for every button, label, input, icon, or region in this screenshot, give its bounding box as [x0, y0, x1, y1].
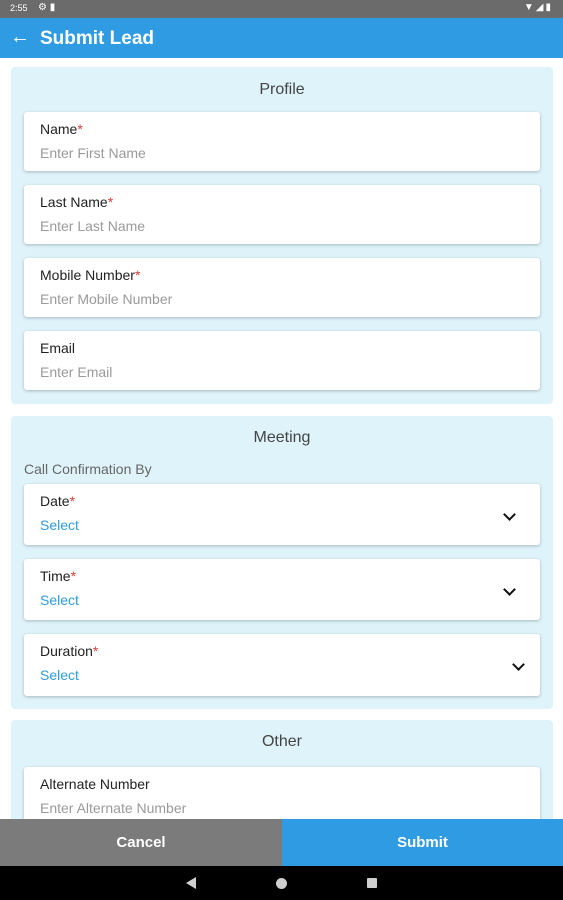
time-select-value[interactable]: Select	[40, 592, 79, 608]
date-dropdown[interactable]: Date* Select	[24, 484, 540, 545]
chevron-down-icon[interactable]	[512, 658, 525, 671]
time-label: Time*	[40, 568, 76, 584]
call-confirmation-label: Call Confirmation By	[24, 461, 152, 477]
date-label: Date*	[40, 493, 75, 509]
required-marker: *	[134, 267, 141, 283]
name-label-text: Name	[40, 121, 78, 137]
last-name-input[interactable]: Enter Last Name	[40, 218, 145, 234]
required-marker: *	[70, 568, 77, 584]
mobile-number-input[interactable]: Enter Mobile Number	[40, 291, 172, 307]
alternate-number-label-text: Alternate Number	[40, 776, 150, 792]
status-bar: 2:55 ⚙ ▮ ▼◢▮	[0, 0, 563, 18]
other-section-title: Other	[261, 733, 302, 750]
chevron-down-icon[interactable]	[503, 508, 516, 521]
required-marker: *	[92, 643, 99, 659]
nav-back-icon[interactable]	[186, 877, 196, 889]
duration-select-value[interactable]: Select	[40, 667, 79, 683]
cancel-button[interactable]: Cancel	[0, 819, 282, 866]
battery-icon: ▮	[545, 2, 553, 13]
profile-section-title: Profile	[259, 81, 305, 98]
meeting-section-title: Meeting	[253, 429, 311, 446]
mobile-number-field[interactable]: Mobile Number* Enter Mobile Number	[24, 258, 540, 317]
other-section: Other Alternate Number Enter Alternate N…	[11, 720, 553, 819]
email-label-text: Email	[40, 340, 76, 356]
required-marker: *	[107, 194, 114, 210]
required-marker: *	[77, 121, 83, 137]
duration-label: Duration*	[40, 643, 98, 659]
name-field[interactable]: Name* Enter First Name	[24, 112, 540, 171]
last-name-field[interactable]: Last Name* Enter Last Name	[24, 185, 540, 244]
last-name-label: Last Name*	[40, 194, 113, 210]
chevron-down-icon[interactable]	[503, 583, 516, 596]
meeting-section: Meeting Call Confirmation By Date* Selec…	[11, 416, 553, 709]
nav-recents-icon[interactable]	[367, 878, 377, 888]
gear-icon: ⚙	[38, 2, 47, 13]
time-dropdown[interactable]: Time* Select	[24, 559, 540, 620]
bottom-action-bar: Cancel Submit	[0, 819, 563, 866]
email-label: Email	[40, 340, 75, 356]
status-left-icons: ⚙ ▮	[38, 2, 55, 13]
status-right-icons: ▼◢▮	[524, 2, 553, 13]
time-label-text: Time	[40, 568, 71, 584]
mobile-number-label-text: Mobile Number	[40, 267, 135, 283]
email-field[interactable]: Email Enter Email	[24, 331, 540, 390]
mobile-number-label: Mobile Number*	[40, 267, 140, 283]
nav-home-icon[interactable]	[276, 878, 287, 889]
page-title: Submit Lead	[40, 28, 155, 49]
required-marker: *	[69, 493, 76, 509]
last-name-label-text: Last Name	[40, 194, 108, 210]
email-input[interactable]: Enter Email	[40, 364, 112, 380]
app-bar: ← Submit Lead	[0, 18, 563, 58]
arrow-left-icon[interactable]: ←	[10, 26, 30, 48]
profile-section: Profile Name* Enter First Name Last Name…	[11, 67, 553, 404]
system-nav-bar	[0, 866, 563, 900]
wifi-icon: ▼	[523, 2, 536, 13]
alternate-number-label: Alternate Number	[40, 776, 150, 792]
status-time: 2:55	[10, 3, 28, 13]
alternate-number-field[interactable]: Alternate Number Enter Alternate Number	[24, 767, 540, 819]
submit-button[interactable]: Submit	[282, 819, 563, 866]
duration-label-text: Duration	[40, 643, 93, 659]
date-select-value[interactable]: Select	[40, 517, 79, 533]
name-input[interactable]: Enter First Name	[40, 145, 146, 161]
duration-dropdown[interactable]: Duration* Select	[24, 634, 540, 696]
date-label-text: Date	[40, 493, 70, 509]
sd-card-icon: ▮	[49, 2, 56, 13]
alternate-number-input[interactable]: Enter Alternate Number	[40, 800, 186, 816]
name-label: Name*	[40, 121, 83, 137]
form-content[interactable]: Profile Name* Enter First Name Last Name…	[0, 58, 563, 819]
